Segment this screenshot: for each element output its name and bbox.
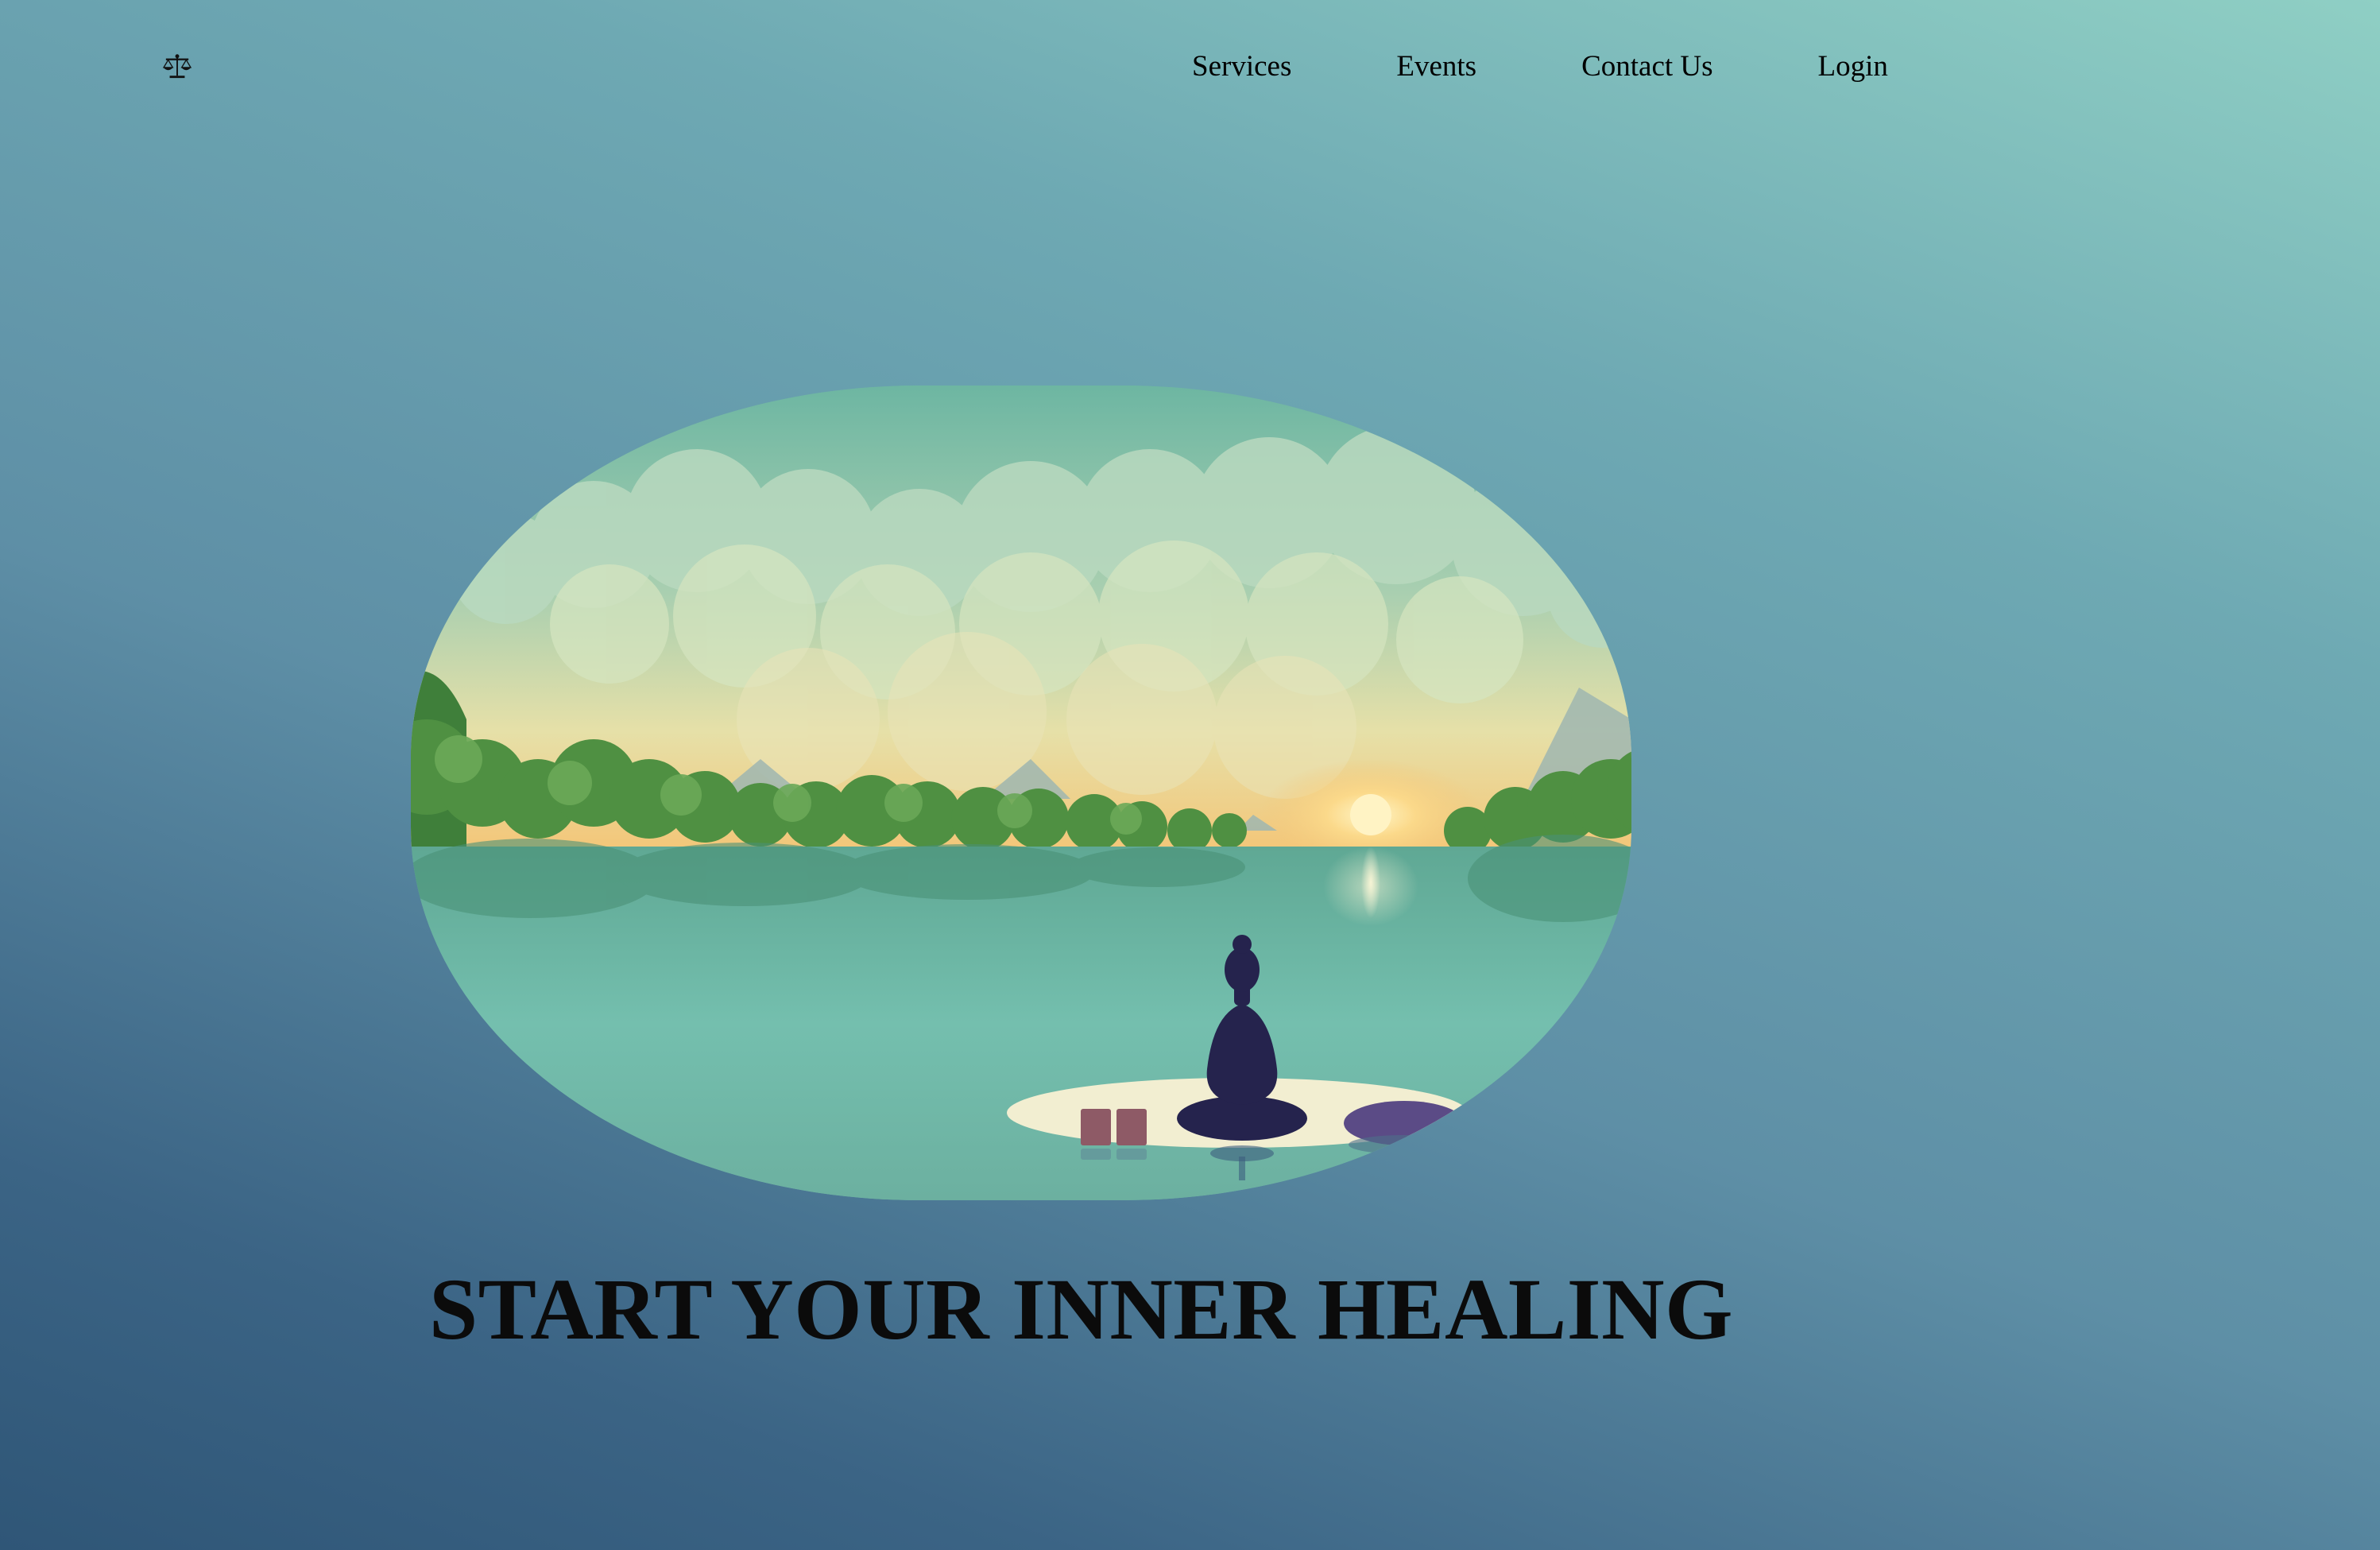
balance-scale-icon[interactable] — [162, 52, 192, 79]
main-nav: Services Events Contact Us Login — [1192, 45, 1888, 89]
nav-login[interactable]: Login — [1818, 45, 1888, 89]
hero-illustration — [411, 386, 1631, 1200]
nav-contact-us[interactable]: Contact Us — [1581, 45, 1712, 89]
nav-events[interactable]: Events — [1396, 45, 1476, 89]
nav-services[interactable]: Services — [1192, 45, 1291, 89]
hero-title: START YOUR INNER HEALING — [429, 1261, 1734, 1358]
